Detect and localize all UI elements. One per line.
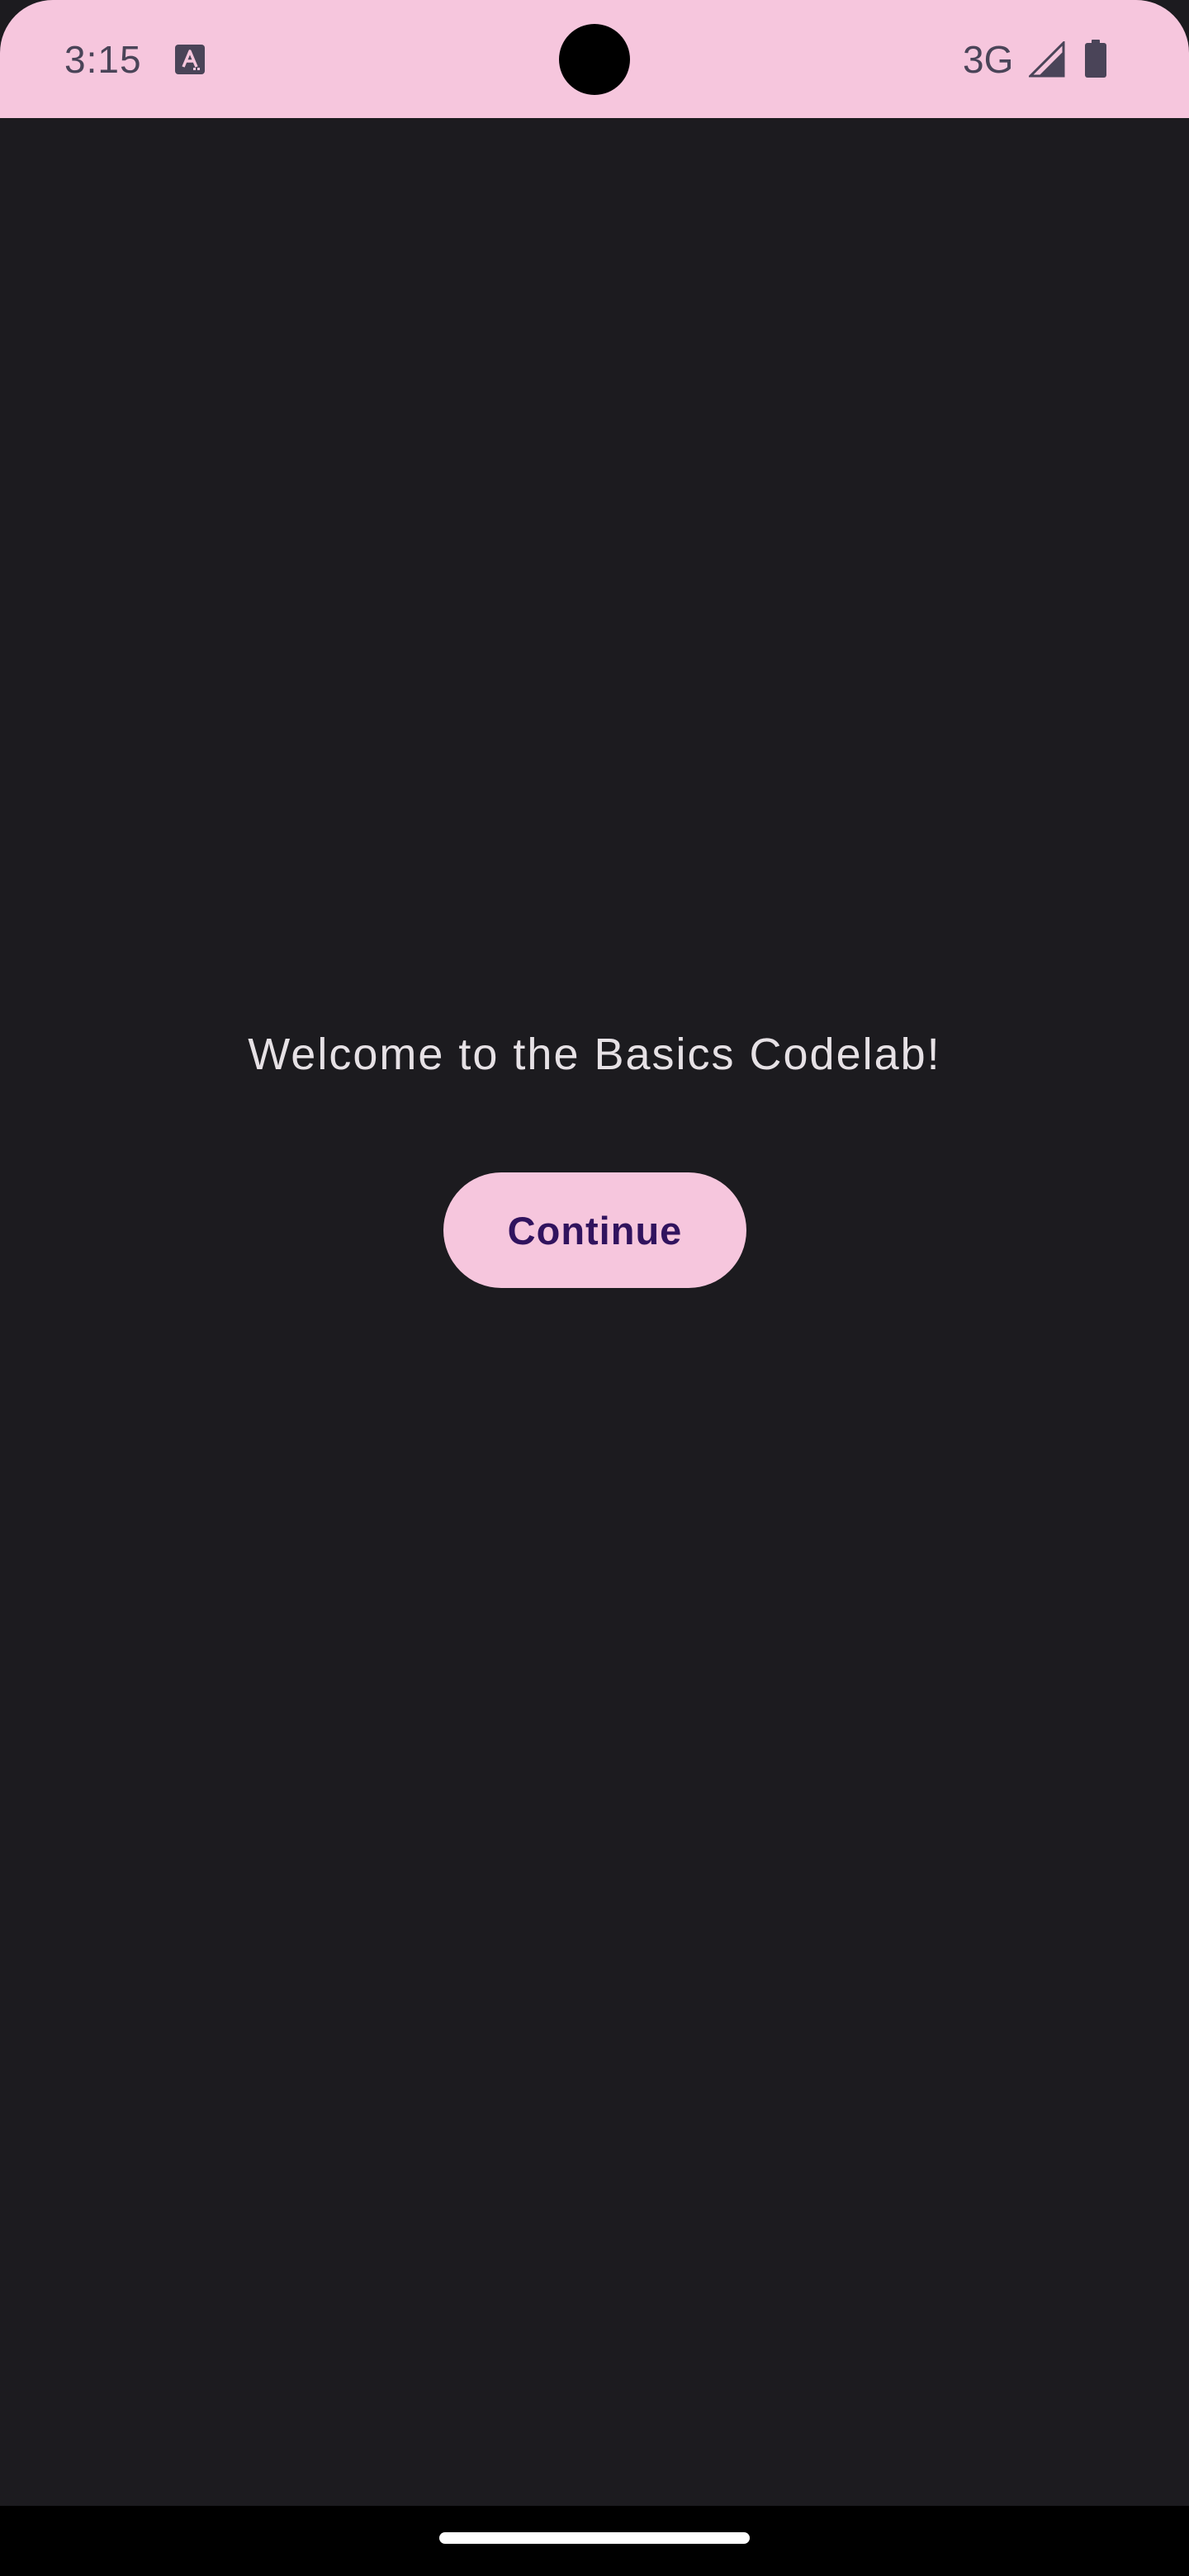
welcome-message: Welcome to the Basics Codelab!: [248, 1030, 941, 1079]
main-content: [0, 118, 1189, 2506]
text-notification-icon: [175, 45, 205, 74]
cellular-signal-icon: [1027, 40, 1065, 78]
phone-screen: 3:15 3G Welcome to the Basics Codelab! C…: [0, 0, 1189, 2576]
continue-button[interactable]: Continue: [443, 1172, 746, 1288]
status-time: 3:15: [64, 38, 142, 81]
status-bar: 3:15 3G: [0, 0, 1189, 118]
camera-cutout: [559, 24, 630, 95]
gesture-handle[interactable]: [439, 2532, 750, 2544]
network-type-label: 3G: [963, 38, 1014, 81]
battery-icon: [1085, 40, 1106, 78]
